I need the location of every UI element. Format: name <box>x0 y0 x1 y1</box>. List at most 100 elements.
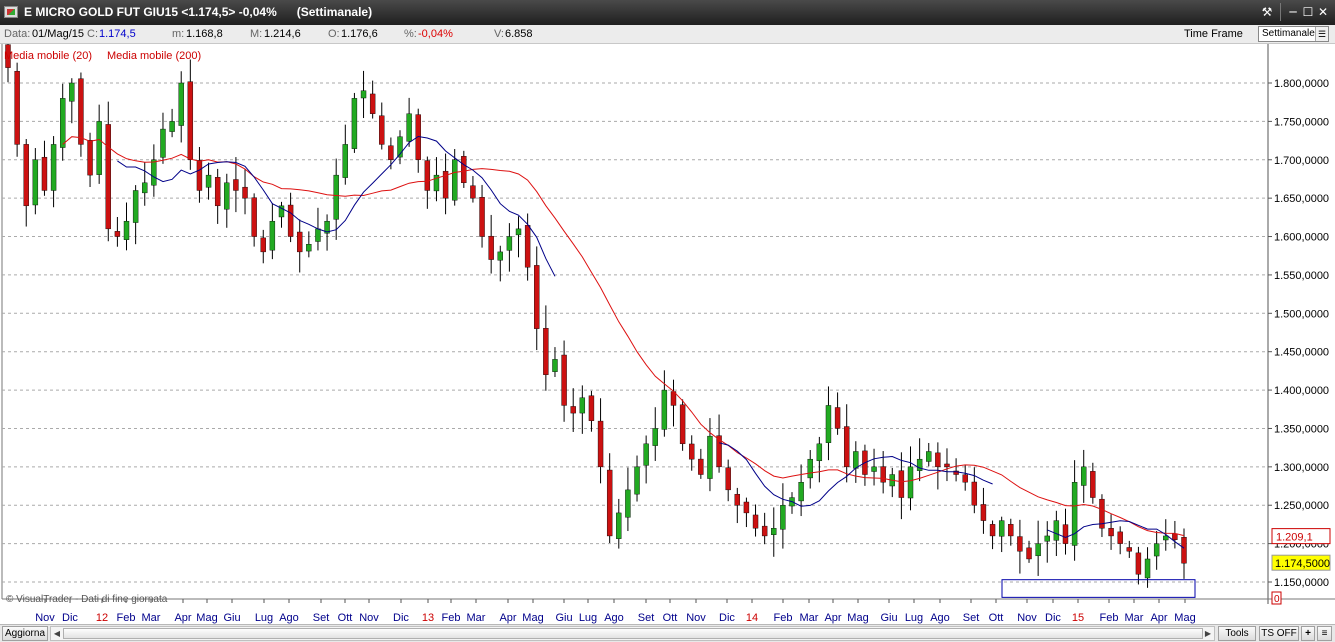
candle-body <box>506 236 513 251</box>
menu-icon[interactable]: ☰ <box>1315 27 1328 41</box>
candle-body <box>707 435 713 479</box>
x-tick-label: Mar <box>142 612 161 624</box>
x-tick-label: Feb <box>442 612 461 624</box>
candle-body <box>297 231 303 253</box>
y-tick-label: 1.750,0000 <box>1274 116 1329 128</box>
x-tick-label: 14 <box>746 612 758 624</box>
candle-body <box>834 407 841 429</box>
x-tick-label: Dic <box>719 612 735 624</box>
open-value: 1.176,6 <box>341 28 378 40</box>
x-tick-label: Ago <box>279 612 299 624</box>
x-tick-label: Mag <box>522 612 543 624</box>
x-tick-label: Set <box>313 612 330 624</box>
candle-body <box>761 525 768 537</box>
chart-app-icon <box>4 6 18 18</box>
x-tick-label: Lug <box>905 612 923 624</box>
horizontal-scrollbar[interactable]: ◀ ▶ <box>50 626 1215 641</box>
candle-body <box>515 228 522 236</box>
candle-body <box>388 145 394 160</box>
candle-body <box>1181 536 1187 564</box>
candle-body <box>1062 524 1069 544</box>
candle-body <box>935 452 941 468</box>
legend-ma200: Media mobile (200) <box>107 50 202 62</box>
x-tick-label: Dic <box>62 612 78 624</box>
candle-body <box>160 128 166 158</box>
candle-body <box>451 159 458 201</box>
pct-label: %: <box>404 28 417 40</box>
data-source-note: © VisualTrader - Dati di fine giornata <box>6 594 168 605</box>
candle-body <box>360 90 367 99</box>
candle-body <box>998 520 1005 537</box>
add-button[interactable]: + <box>1301 626 1315 641</box>
close-value: 1.174,5 <box>99 28 136 40</box>
x-tick-label: Feb <box>1100 612 1119 624</box>
candle-body <box>944 463 950 468</box>
candle-body <box>1071 482 1078 546</box>
wrench-icon[interactable]: ⚒ <box>1258 3 1276 21</box>
candle-body <box>69 82 75 102</box>
x-tick-label: Apr <box>499 612 516 624</box>
scrollbar-thumb[interactable] <box>63 628 1203 639</box>
price-chart[interactable]: 1.150,00001.200,00001.250,00001.300,0000… <box>0 44 1335 624</box>
x-tick-label: Ago <box>930 612 950 624</box>
candle-body <box>989 524 996 537</box>
candle-body <box>132 190 139 223</box>
candle-body <box>87 140 93 176</box>
x-tick-label: Apr <box>1150 612 1167 624</box>
candle-body <box>606 469 613 537</box>
candle-body <box>96 121 102 175</box>
candle-body <box>689 443 695 460</box>
candle-body <box>333 174 339 220</box>
menu-button[interactable]: ≡ <box>1317 626 1332 641</box>
x-tick-label: Mar <box>800 612 819 624</box>
y-tick-label: 1.600,0000 <box>1274 232 1329 244</box>
x-tick-label: Mag <box>196 612 217 624</box>
candle-body <box>105 124 111 230</box>
pct-value: -0,04% <box>418 28 453 40</box>
y-tick-label: 1.700,0000 <box>1274 155 1329 167</box>
y-tick-label: 1.500,0000 <box>1274 308 1329 320</box>
candle-body <box>1135 552 1142 575</box>
ts-toggle-button[interactable]: TS OFF <box>1259 626 1299 641</box>
x-tick-label: Set <box>963 612 980 624</box>
x-tick-label: Mag <box>847 612 868 624</box>
y-tick-label: 1.400,0000 <box>1274 385 1329 397</box>
candle-body <box>351 98 358 149</box>
timeframe-select[interactable]: Settimanale ☰ <box>1258 26 1329 42</box>
tools-button[interactable]: Tools <box>1218 626 1256 641</box>
candle-body <box>771 528 777 535</box>
candle-body <box>315 228 321 242</box>
candle-body <box>634 466 640 495</box>
candle-body <box>907 466 914 499</box>
candle-body <box>926 451 932 462</box>
candle-body <box>679 404 686 445</box>
close-button[interactable]: ✕ <box>1314 3 1332 21</box>
timeframe-label: Time Frame <box>1184 28 1243 40</box>
candle-body <box>1026 547 1032 560</box>
ohlc-info-bar: Data: 01/Mag/15 C: 1.174,5 m: 1.168,8 M:… <box>0 25 1335 44</box>
candle-body <box>570 406 576 414</box>
refresh-button[interactable]: Aggiorna <box>2 626 48 641</box>
scroll-left-icon[interactable]: ◀ <box>51 627 63 640</box>
title-bar: E MICRO GOLD FUT GIU15 <1.174,5> -0,04% … <box>0 0 1335 25</box>
candle-body <box>971 481 978 506</box>
x-tick-label: 15 <box>1072 612 1084 624</box>
candle-body <box>1044 535 1050 542</box>
x-tick-label: Set <box>638 612 655 624</box>
candle-body <box>962 474 968 483</box>
x-tick-label: Nov <box>1017 612 1037 624</box>
candle-body <box>205 174 212 188</box>
candle-body <box>843 426 850 468</box>
ref-price-label: 1.209,1 <box>1276 532 1313 544</box>
y-tick-label: 1.150,0000 <box>1274 577 1329 589</box>
candle-body <box>342 144 349 178</box>
candle-body <box>552 359 558 372</box>
candle-body <box>78 78 84 145</box>
title-separator <box>1280 3 1281 21</box>
y-tick-label: 1.650,0000 <box>1274 193 1329 205</box>
candle-body <box>725 467 731 491</box>
candle-body <box>661 389 668 430</box>
candle-body <box>743 501 750 514</box>
scroll-right-icon[interactable]: ▶ <box>1202 627 1214 640</box>
candle-body <box>260 237 266 253</box>
